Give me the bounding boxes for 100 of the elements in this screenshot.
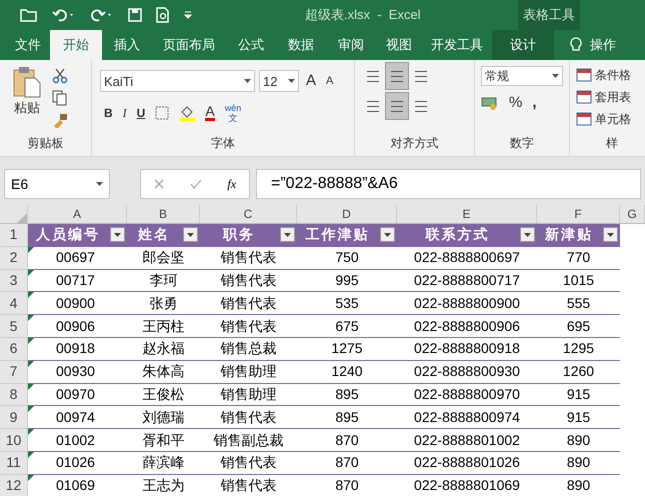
table-cell-text: 022-8888801026 xyxy=(414,453,520,472)
phonetic-button[interactable]: wén 文 xyxy=(224,102,242,122)
filter-dropdown-icon[interactable] xyxy=(183,227,198,242)
table-cell-text: 01002 xyxy=(56,430,95,450)
row-header[interactable]: 11 xyxy=(0,452,28,475)
ribbon-tab[interactable]: 开始 xyxy=(50,30,102,60)
column-header[interactable]: B xyxy=(127,205,200,223)
table-cell-text: 915 xyxy=(566,408,590,427)
table-cell-text: 1015 xyxy=(562,270,594,290)
filter-dropdown-icon[interactable] xyxy=(110,227,125,242)
ribbon-tab[interactable]: 审阅 xyxy=(326,30,376,60)
ribbon-tab[interactable]: 设计 xyxy=(492,30,554,60)
table-cell-text: 销售副总裁 xyxy=(214,430,284,450)
column-header[interactable]: C xyxy=(200,205,297,223)
comma-button[interactable]: , xyxy=(532,92,537,114)
row-header[interactable]: 7 xyxy=(0,360,28,384)
border-icon[interactable] xyxy=(155,106,170,120)
row-header[interactable]: 5 xyxy=(0,315,28,338)
table-cell-text: 李珂 xyxy=(150,270,178,290)
bold-button[interactable]: B xyxy=(104,104,113,122)
column-header[interactable]: F xyxy=(537,205,620,223)
table-cell-text: 022-8888800930 xyxy=(414,362,520,382)
column-header[interactable]: E xyxy=(397,205,537,223)
dropdown-caret-icon[interactable] xyxy=(96,182,103,186)
table-cell-text: 1295 xyxy=(562,339,594,358)
table-cell-text: 535 xyxy=(335,294,359,313)
table-cell-text: 895 xyxy=(335,408,359,427)
table-cell-text: 销售代表 xyxy=(220,408,276,427)
table-cell-text: 870 xyxy=(335,453,359,472)
shrink-font-button[interactable]: A xyxy=(323,73,336,90)
undo-icon[interactable] xyxy=(52,8,76,22)
dropdown-caret-icon[interactable] xyxy=(244,79,251,84)
formula-field[interactable]: =”022-88888”&A6 xyxy=(256,169,641,199)
paste-clipboard-icon[interactable] xyxy=(12,66,42,98)
tell-me-field[interactable]: 操作 xyxy=(590,35,616,55)
filter-dropdown-icon[interactable] xyxy=(380,227,395,242)
customize-toolbar-icon[interactable] xyxy=(184,11,192,19)
table-style-icon[interactable] xyxy=(576,68,592,82)
row-header[interactable]: 8 xyxy=(0,384,28,406)
font-color-button[interactable]: A xyxy=(205,104,215,121)
table-header-cell-text: 联系方式 xyxy=(424,225,490,244)
fill-color-icon[interactable] xyxy=(179,104,196,120)
checkmark-icon[interactable] xyxy=(190,179,202,189)
percent-button[interactable]: % xyxy=(509,92,522,114)
column-header[interactable]: A xyxy=(28,205,127,223)
paste-button[interactable]: 粘贴 xyxy=(14,98,40,118)
row-header[interactable]: 3 xyxy=(0,270,28,292)
dropdown-caret-icon[interactable] xyxy=(552,74,559,78)
style-button[interactable]: 单元格 xyxy=(595,110,631,128)
row-header[interactable]: 2 xyxy=(0,246,28,270)
table-cell-text: 刘德瑞 xyxy=(142,408,184,427)
row-header[interactable]: 10 xyxy=(0,429,28,452)
style-button[interactable]: 套用表 xyxy=(595,88,631,106)
ribbon-tab[interactable]: 数据 xyxy=(276,30,326,60)
table-cell-text: 022-8888800906 xyxy=(414,316,520,336)
ribbon-tab[interactable]: 文件 xyxy=(6,30,50,60)
insert-function-button[interactable]: fx xyxy=(227,175,236,193)
ribbon-tab[interactable]: 视图 xyxy=(376,30,422,60)
ribbon-tab[interactable]: 开发工具 xyxy=(422,30,492,60)
table-cell-text: 00697 xyxy=(56,248,95,268)
align-button[interactable] xyxy=(385,62,409,90)
lightbulb-icon[interactable] xyxy=(570,37,582,53)
font-name-field[interactable]: KaiTi xyxy=(100,70,255,92)
ribbon-tab[interactable]: 页面布局 xyxy=(152,30,226,60)
row-header[interactable]: 9 xyxy=(0,406,28,430)
italic-button[interactable]: I xyxy=(122,104,127,122)
table-style-icon[interactable] xyxy=(576,90,592,104)
row-header[interactable]: 1 xyxy=(0,224,28,247)
filter-dropdown-icon[interactable] xyxy=(603,227,618,242)
column-header[interactable]: G xyxy=(620,205,645,223)
align-button[interactable] xyxy=(385,92,409,120)
number-format-field[interactable]: 常规 xyxy=(481,66,563,86)
ribbon-tab[interactable]: 插入 xyxy=(102,30,152,60)
column-header[interactable]: D xyxy=(297,205,397,223)
save-icon[interactable] xyxy=(128,8,142,22)
filter-dropdown-icon[interactable] xyxy=(280,227,295,242)
table-cell-text: 00974 xyxy=(56,408,95,427)
ribbon-tab[interactable]: 公式 xyxy=(226,30,276,60)
format-painter-icon[interactable] xyxy=(52,112,68,128)
table-cell-text: 750 xyxy=(335,248,359,268)
row-header[interactable]: 4 xyxy=(0,292,28,316)
print-preview-icon[interactable] xyxy=(156,7,170,23)
table-style-icon[interactable] xyxy=(576,112,592,126)
open-folder-icon[interactable] xyxy=(20,8,38,22)
currency-icon[interactable] xyxy=(481,96,499,110)
font-size-field[interactable]: 12 xyxy=(259,70,299,92)
copy-icon[interactable] xyxy=(52,90,68,106)
row-header[interactable]: 12 xyxy=(0,474,28,496)
redo-icon[interactable] xyxy=(90,8,114,22)
scissors-icon[interactable] xyxy=(52,68,68,84)
grow-font-button[interactable]: A xyxy=(303,70,320,92)
table-cell-text: 00717 xyxy=(56,270,95,290)
underline-button[interactable]: U xyxy=(136,104,146,122)
align-lines-icon xyxy=(415,100,427,112)
style-button[interactable]: 条件格 xyxy=(595,66,631,84)
group-label: 剪贴板 xyxy=(26,135,64,152)
row-header[interactable]: 6 xyxy=(0,338,28,361)
filter-dropdown-icon[interactable] xyxy=(520,227,535,242)
dropdown-caret-icon[interactable] xyxy=(288,79,295,84)
name-box[interactable]: E6 xyxy=(4,169,110,199)
